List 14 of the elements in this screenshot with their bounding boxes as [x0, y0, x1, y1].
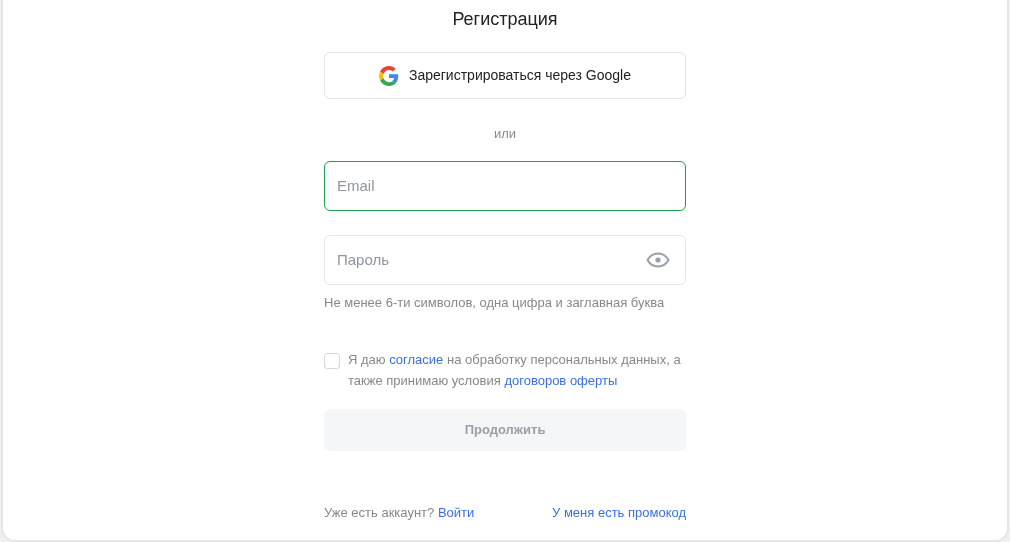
email-field[interactable]: Email	[324, 160, 686, 211]
password-hint: Не менее 6-ти символов, одна цифра и заглавная буква	[324, 293, 666, 312]
consent-link[interactable]: договоров оферты	[504, 373, 618, 388]
account-question: Уже есть аккаунт?	[324, 505, 435, 520]
promo-code-link[interactable]: У меня есть промокод	[552, 503, 686, 523]
consent-checkbox[interactable]	[324, 353, 340, 369]
login-link[interactable]: Войти	[437, 505, 475, 520]
password-field[interactable]: Пароль	[324, 234, 686, 285]
consent-text: Я даю согласие на обработку персональных данных, а также принимаю условия договоров оферты	[348, 351, 682, 390]
google-logo-icon	[378, 65, 399, 86]
consent-link[interactable]: согласие	[389, 352, 444, 367]
google-signup-button[interactable]: Зарегистрироваться через Google	[324, 52, 686, 99]
page-title: Регистрация	[451, 8, 559, 31]
divider-text: или	[492, 125, 518, 143]
